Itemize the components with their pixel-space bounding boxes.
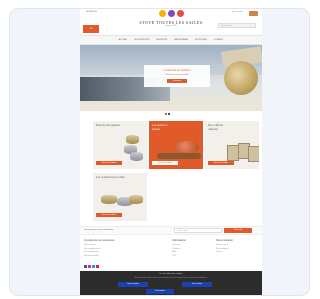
newsletter-button[interactable]: S'inscrire bbox=[224, 228, 252, 233]
cookie-title: Ce site utilise des cookies bbox=[159, 273, 183, 275]
can-image bbox=[101, 195, 117, 204]
hero-banner[interactable]: Conserves de tradition Découvrez nos spé… bbox=[80, 45, 262, 111]
can-image bbox=[130, 152, 143, 161]
can-image bbox=[126, 135, 139, 144]
footer-link[interactable]: Nos boutiques bbox=[216, 248, 260, 250]
tile-button[interactable]: Voir les produits bbox=[208, 161, 234, 165]
footer-link[interactable]: FAQ bbox=[172, 251, 212, 253]
footer-link[interactable]: Notre histoire bbox=[84, 244, 164, 246]
board-image bbox=[157, 153, 201, 159]
cookie-banner: Ce site utilise des cookies Nous utiliso… bbox=[80, 271, 262, 295]
cookie-text: Nous utilisons des cookies pour améliore… bbox=[134, 277, 208, 279]
hero-caption-box: Conserves de tradition Découvrez nos spé… bbox=[144, 65, 210, 87]
web-page: LE MOULIN Mon compte STOVE TOUTES LES SA… bbox=[80, 9, 262, 295]
tile-title: Les conserves de la mer bbox=[96, 175, 125, 179]
newsletter-bar: Inscrivez-vous à notre newsletter Votre … bbox=[80, 226, 262, 235]
site-logo[interactable]: LE MOULIN bbox=[86, 11, 98, 14]
slider-dot[interactable] bbox=[165, 113, 167, 115]
gift-bag-image bbox=[248, 146, 259, 162]
browser-card: LE MOULIN Mon compte STOVE TOUTES LES SA… bbox=[9, 8, 310, 296]
footer-link[interactable]: Service client bbox=[216, 244, 260, 246]
hero-text: Découvrez nos spécialités bbox=[165, 74, 189, 76]
flag-group bbox=[159, 10, 185, 18]
product-tile[interactable]: Plats de nos régions Voir les produits bbox=[93, 121, 147, 169]
footer-link[interactable]: Presse bbox=[216, 251, 260, 253]
newsletter-email-input[interactable]: Votre e-mail bbox=[174, 228, 222, 233]
tile-button[interactable]: Voir les produits bbox=[96, 161, 122, 165]
footer-col-info: Informations Livraison Paiement FAQ CGV bbox=[172, 239, 212, 258]
slider-dots bbox=[165, 113, 170, 115]
cookie-accept-button[interactable]: Tout accepter bbox=[118, 282, 148, 287]
cart-icon[interactable] bbox=[249, 11, 258, 16]
cookie-settings-button[interactable]: Paramétrer bbox=[146, 289, 174, 294]
social-icons bbox=[84, 265, 99, 268]
can-image bbox=[129, 195, 143, 204]
nav-item[interactable]: Savoir-faire bbox=[174, 39, 188, 41]
twitter-icon[interactable] bbox=[92, 265, 95, 268]
nav-item[interactable]: Nos produits bbox=[134, 39, 149, 41]
footer-link[interactable]: CGV bbox=[172, 255, 212, 257]
slider-dot[interactable] bbox=[168, 113, 170, 115]
cookie-refuse-button[interactable]: Tout refuser bbox=[182, 282, 212, 287]
main-nav: Accueil Nos produits Recettes Savoir-fai… bbox=[80, 35, 262, 45]
flag-icon[interactable] bbox=[159, 10, 166, 17]
top-links: Mon compte bbox=[232, 11, 258, 16]
search-input[interactable]: Rechercher... bbox=[218, 23, 256, 28]
hero-title: Conserves de tradition bbox=[163, 68, 191, 72]
footer-link[interactable]: Nos engagements bbox=[84, 248, 164, 250]
tile-title: Les épices et sauces bbox=[152, 123, 168, 131]
flag-icon[interactable] bbox=[177, 10, 184, 17]
nav-item[interactable]: Boutiques bbox=[195, 39, 207, 41]
footer-link[interactable]: Paiement bbox=[172, 248, 212, 250]
tile-title: Nos coffrets cadeaux bbox=[208, 123, 223, 131]
footer-link[interactable]: Mentions légales bbox=[84, 255, 164, 257]
spice-image bbox=[175, 141, 199, 153]
footer-heading: À propos de nos conserves bbox=[84, 239, 115, 242]
product-tile[interactable]: Nos coffrets cadeaux Voir les produits bbox=[205, 121, 259, 169]
nav-item[interactable]: Contact bbox=[214, 39, 224, 41]
tile-button[interactable]: Voir les produits bbox=[96, 213, 122, 217]
hero-button[interactable]: Découvrir bbox=[166, 79, 188, 83]
hero-pot-image bbox=[224, 61, 258, 95]
footer-link[interactable]: Livraison bbox=[172, 244, 212, 246]
facebook-icon[interactable] bbox=[84, 265, 87, 268]
top-bar: LE MOULIN Mon compte bbox=[80, 9, 262, 18]
youtube-icon[interactable] bbox=[96, 265, 99, 268]
language-badge[interactable]: FR bbox=[83, 25, 99, 33]
tile-button[interactable]: Voir les produits bbox=[152, 161, 178, 165]
nav-item[interactable]: Accueil bbox=[119, 39, 128, 41]
product-tile[interactable]: Les épices et sauces Voir les produits bbox=[149, 121, 203, 169]
instagram-icon[interactable] bbox=[88, 265, 91, 268]
footer-heading: Informations bbox=[172, 239, 186, 242]
nav-item[interactable]: Recettes bbox=[157, 39, 168, 41]
footer-heading: Nous contacter bbox=[216, 239, 233, 242]
flag-icon[interactable] bbox=[168, 10, 175, 17]
footer-link[interactable]: Nos producteurs bbox=[84, 251, 164, 253]
footer-col-contact: Nous contacter Service client Nos boutiq… bbox=[216, 239, 260, 255]
footer-col-about: À propos de nos conserves Notre histoire… bbox=[84, 239, 164, 258]
product-tile[interactable]: Les conserves de la mer Voir les produit… bbox=[93, 173, 147, 221]
tile-title: Plats de nos régions bbox=[96, 123, 120, 127]
account-link[interactable]: Mon compte bbox=[232, 11, 243, 16]
newsletter-label: Inscrivez-vous à notre newsletter bbox=[84, 229, 114, 231]
